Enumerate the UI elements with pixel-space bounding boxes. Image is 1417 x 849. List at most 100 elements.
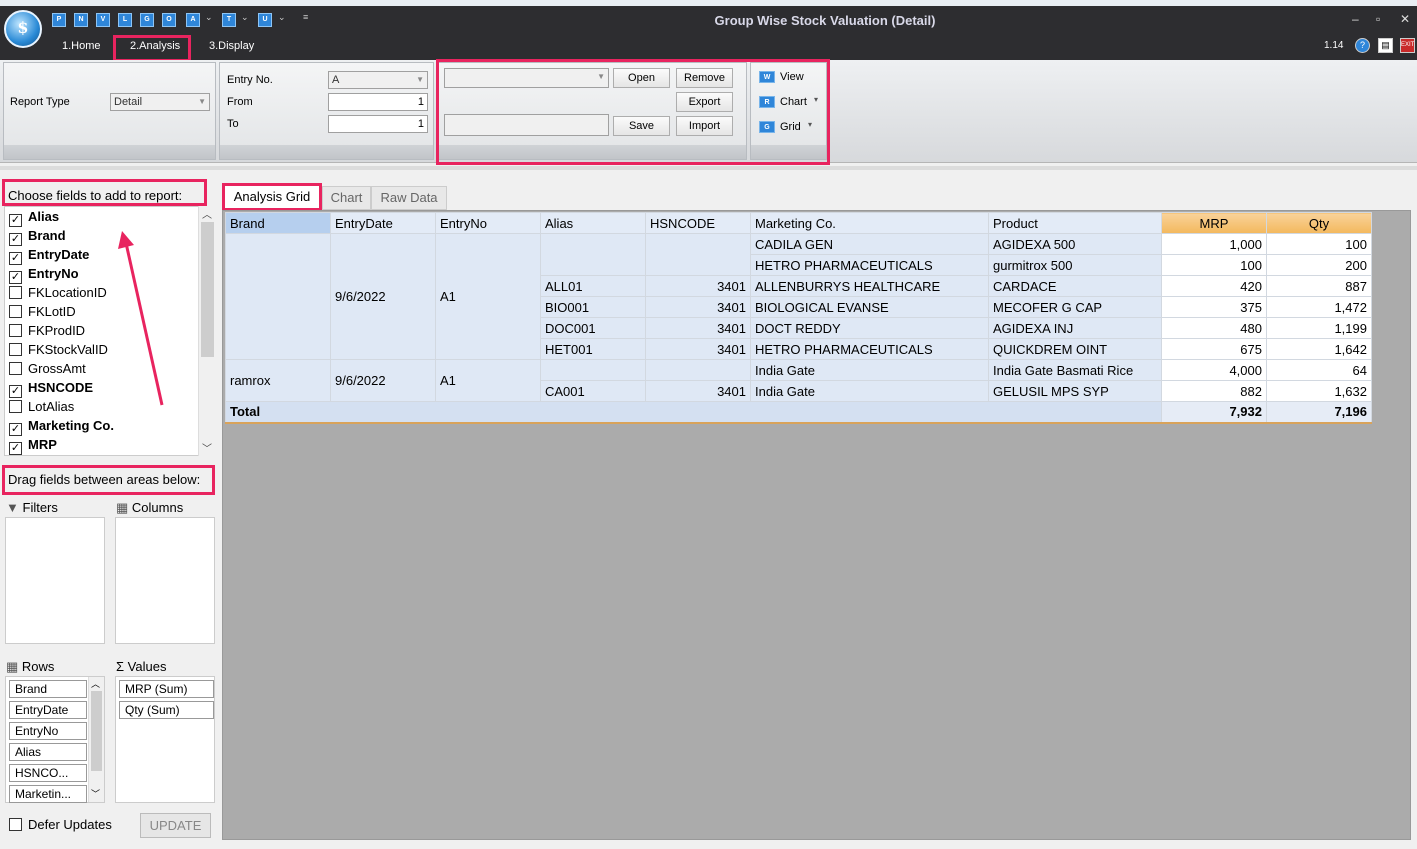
close-icon[interactable]: ✕ xyxy=(1400,12,1410,26)
column-header-entrydate[interactable]: EntryDate xyxy=(330,212,436,234)
brand-cell[interactable] xyxy=(225,233,331,360)
quick-access-a-icon[interactable]: A xyxy=(186,13,200,27)
tab-raw-data[interactable]: Raw Data xyxy=(371,186,447,210)
total-qty-cell[interactable]: 7,196 xyxy=(1266,401,1372,423)
field-item[interactable]: FKProdID xyxy=(9,321,85,340)
column-header-qty[interactable]: Qty xyxy=(1266,212,1372,234)
checkbox-icon[interactable] xyxy=(9,286,22,299)
field-item[interactable]: ✓ EntryDate xyxy=(9,245,89,265)
product-cell[interactable]: CARDACE xyxy=(988,275,1162,297)
checkbox-icon[interactable] xyxy=(9,324,22,337)
hsncode-cell[interactable]: 3401 xyxy=(645,338,751,360)
alias-cell[interactable]: DOC001 xyxy=(540,317,646,339)
field-item[interactable]: GrossAmt xyxy=(9,359,86,378)
field-list-scrollbar[interactable]: ︿ ﹀ xyxy=(198,206,216,456)
hsncode-cell[interactable]: 3401 xyxy=(645,380,751,402)
field-item[interactable]: FKLocationID xyxy=(9,283,107,302)
product-cell[interactable]: AGIDEXA 500 xyxy=(988,233,1162,255)
entry-no-select[interactable]: A ▼ xyxy=(328,71,428,89)
mrp-cell[interactable]: 375 xyxy=(1161,296,1267,318)
product-cell[interactable]: GELUSIL MPS SYP xyxy=(988,380,1162,402)
quick-access-u-icon[interactable]: U xyxy=(258,13,272,27)
customize-toolbar-icon[interactable]: ≡ xyxy=(303,12,308,22)
mrp-cell[interactable]: 882 xyxy=(1161,380,1267,402)
document-icon[interactable]: ▤ xyxy=(1378,38,1393,53)
mrp-cell[interactable]: 420 xyxy=(1161,275,1267,297)
entryno-cell[interactable]: A1 xyxy=(435,359,541,402)
alias-cell[interactable] xyxy=(540,359,646,381)
qty-cell[interactable]: 100 xyxy=(1266,233,1372,255)
checkbox-icon[interactable] xyxy=(9,305,22,318)
quick-access-g-icon[interactable]: G xyxy=(140,13,154,27)
qty-cell[interactable]: 887 xyxy=(1266,275,1372,297)
checkbox-icon[interactable] xyxy=(9,343,22,356)
values-area[interactable]: MRP (Sum) Qty (Sum) xyxy=(115,676,215,803)
tab-analysis-grid[interactable]: Analysis Grid xyxy=(222,183,322,211)
field-item[interactable]: LotAlias xyxy=(9,397,74,416)
entryno-cell[interactable]: A1 xyxy=(435,233,541,360)
row-field-chip[interactable]: HSNCO... xyxy=(9,764,87,782)
row-field-chip[interactable]: Brand xyxy=(9,680,87,698)
checkbox-icon[interactable] xyxy=(9,400,22,413)
mrp-cell[interactable]: 480 xyxy=(1161,317,1267,339)
quick-access-p-icon[interactable]: P xyxy=(52,13,66,27)
entrydate-cell[interactable]: 9/6/2022 xyxy=(330,359,436,402)
alias-cell[interactable]: HET001 xyxy=(540,338,646,360)
field-item[interactable]: ✓ Brand xyxy=(9,226,66,246)
quick-access-n-icon[interactable]: N xyxy=(74,13,88,27)
tab-home[interactable]: 1.Home xyxy=(62,40,101,52)
to-input[interactable]: 1 xyxy=(328,115,428,133)
app-logo[interactable]: $ xyxy=(4,10,42,48)
scroll-thumb[interactable] xyxy=(91,691,102,771)
chevron-up-icon[interactable]: ︿ xyxy=(202,206,212,221)
from-input[interactable]: 1 xyxy=(328,93,428,111)
report-type-select[interactable]: Detail ▼ xyxy=(110,93,210,111)
product-cell[interactable]: QUICKDREM OINT xyxy=(988,338,1162,360)
alias-cell[interactable]: BIO001 xyxy=(540,296,646,318)
marketing-co-cell[interactable]: CADILA GEN xyxy=(750,233,989,255)
marketing-co-cell[interactable]: DOCT REDDY xyxy=(750,317,989,339)
row-field-chip[interactable]: Alias xyxy=(9,743,87,761)
field-item[interactable]: ✓ EntryNo xyxy=(9,264,79,284)
product-cell[interactable]: MECOFER G CAP xyxy=(988,296,1162,318)
hsncode-cell[interactable] xyxy=(645,359,751,381)
column-header-marketing-co[interactable]: Marketing Co. xyxy=(750,212,989,234)
marketing-co-cell[interactable]: India Gate xyxy=(750,359,989,381)
alias-cell[interactable]: ALL01 xyxy=(540,275,646,297)
total-mrp-cell[interactable]: 7,932 xyxy=(1161,401,1267,423)
qty-cell[interactable]: 1,472 xyxy=(1266,296,1372,318)
checkbox-icon[interactable] xyxy=(9,362,22,375)
qty-cell[interactable]: 1,632 xyxy=(1266,380,1372,402)
mrp-cell[interactable]: 675 xyxy=(1161,338,1267,360)
update-button[interactable]: UPDATE xyxy=(140,813,211,838)
defer-updates-checkbox[interactable] xyxy=(9,818,22,831)
checkbox-checked-icon[interactable]: ✓ xyxy=(9,442,22,455)
exit-icon[interactable]: EXIT xyxy=(1400,38,1415,53)
field-item[interactable]: ✓ MRP xyxy=(9,435,57,455)
mrp-cell[interactable]: 4,000 xyxy=(1161,359,1267,381)
marketing-co-cell[interactable]: BIOLOGICAL EVANSE xyxy=(750,296,989,318)
chevron-down-icon[interactable]: ﹀ xyxy=(202,440,212,455)
row-field-chip[interactable]: Marketin... xyxy=(9,785,87,803)
marketing-co-cell[interactable]: India Gate xyxy=(750,380,989,402)
hsncode-cell[interactable]: 3401 xyxy=(645,275,751,297)
minimize-icon[interactable]: – xyxy=(1352,12,1359,26)
hsncode-cell[interactable]: 3401 xyxy=(645,317,751,339)
hsncode-cell[interactable] xyxy=(645,233,751,276)
column-header-alias[interactable]: Alias xyxy=(540,212,646,234)
field-item[interactable]: FKLotID xyxy=(9,302,76,321)
marketing-co-cell[interactable]: ALLENBURRYS HEALTHCARE xyxy=(750,275,989,297)
marketing-co-cell[interactable]: HETRO PHARMACEUTICALS xyxy=(750,254,989,276)
product-cell[interactable]: India Gate Basmati Rice xyxy=(988,359,1162,381)
product-cell[interactable]: gurmitrox 500 xyxy=(988,254,1162,276)
tab-display[interactable]: 3.Display xyxy=(209,40,254,52)
alias-cell[interactable]: CA001 xyxy=(540,380,646,402)
column-header-entryno[interactable]: EntryNo xyxy=(435,212,541,234)
field-item[interactable]: ✓ HSNCODE xyxy=(9,378,93,398)
columns-area[interactable] xyxy=(115,517,215,644)
qty-cell[interactable]: 64 xyxy=(1266,359,1372,381)
quick-access-v-icon[interactable]: V xyxy=(96,13,110,27)
hsncode-cell[interactable]: 3401 xyxy=(645,296,751,318)
rows-scrollbar[interactable]: ︿ ﹀ xyxy=(88,677,104,802)
marketing-co-cell[interactable]: HETRO PHARMACEUTICALS xyxy=(750,338,989,360)
